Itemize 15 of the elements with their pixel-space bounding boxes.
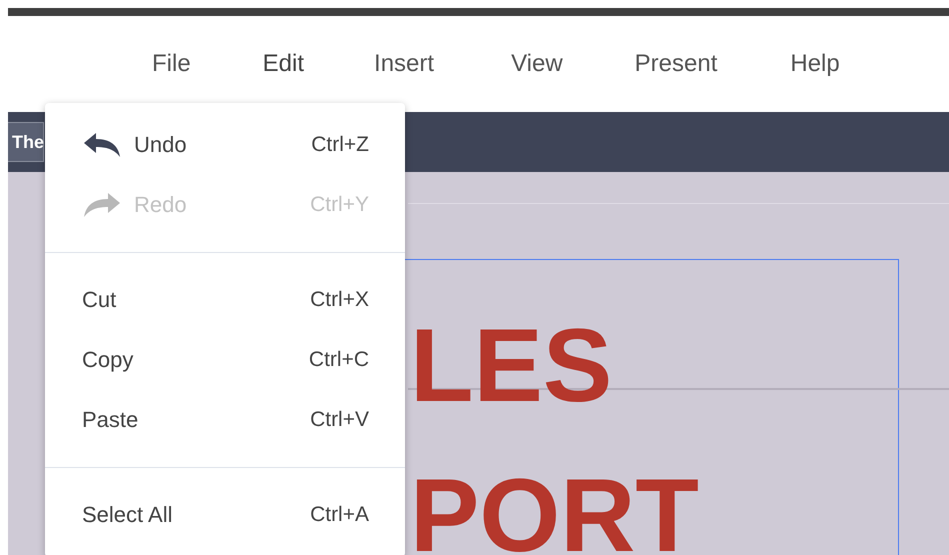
- menu-item[interactable]: Select All Ctrl+A: [45, 485, 405, 545]
- slide-title: PORT: [410, 476, 699, 555]
- menu-tab[interactable]: File: [152, 50, 191, 78]
- redo-icon: [82, 191, 122, 219]
- undo-icon: [82, 131, 122, 159]
- document-tab[interactable]: The: [8, 122, 44, 162]
- menu-tab[interactable]: View: [511, 50, 563, 78]
- menu-tab[interactable]: Insert: [374, 50, 434, 78]
- menu-item[interactable]: Copy Ctrl+C: [45, 330, 405, 390]
- menu-item[interactable]: Paste Ctrl+V: [45, 390, 405, 450]
- menu-item[interactable]: Cut Ctrl+X: [45, 270, 405, 330]
- menu-item[interactable]: Undo Ctrl+Z: [45, 115, 405, 175]
- slide-title: LES: [410, 326, 612, 408]
- menu-tab[interactable]: Present: [634, 50, 718, 78]
- menu-tab[interactable]: Help: [790, 50, 840, 78]
